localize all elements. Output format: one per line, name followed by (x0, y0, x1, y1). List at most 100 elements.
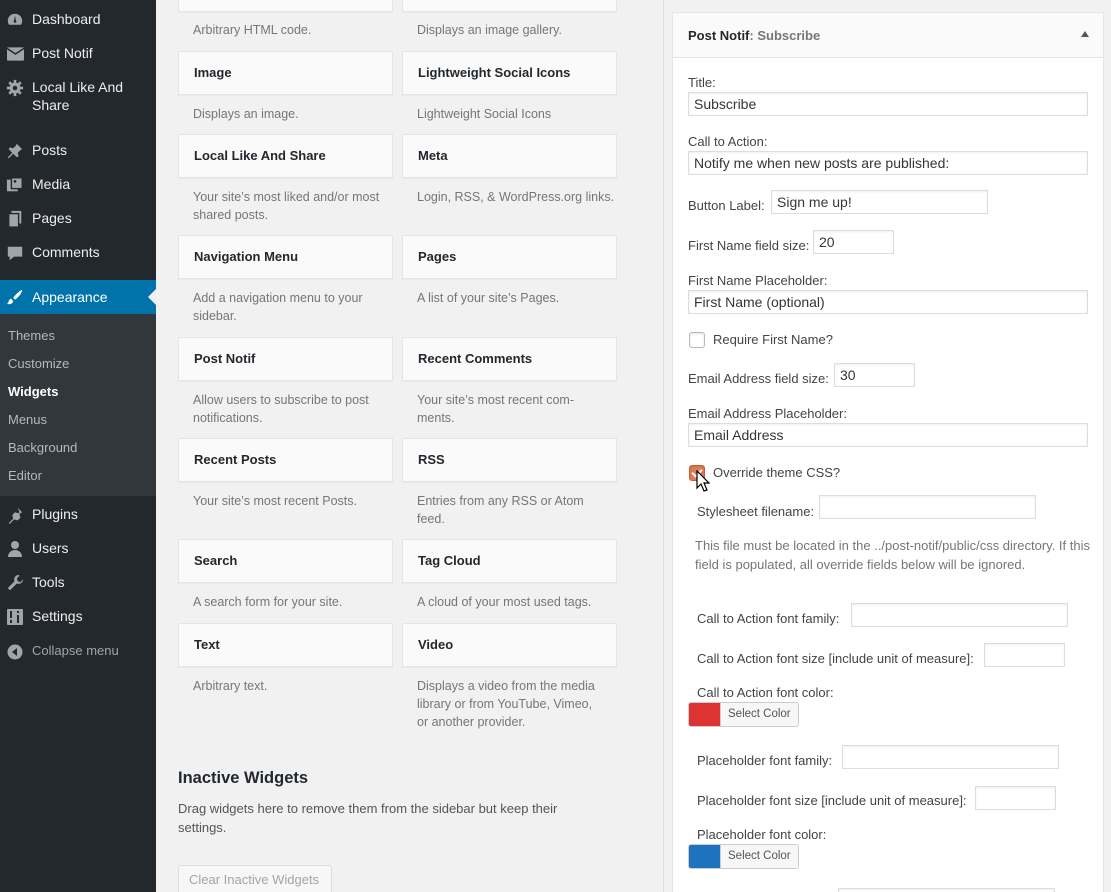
cta-font-family-input[interactable] (851, 603, 1068, 627)
widget-tag-cloud[interactable]: Tag Cloud (402, 539, 617, 583)
widget-description: Arbitrary text. (193, 679, 268, 693)
first-name-size-input[interactable]: 20 (813, 230, 894, 254)
sidebar-item-label: Pages (32, 210, 72, 226)
widget-description: Allow users to subscribe to post notific… (193, 393, 369, 425)
button-label-input[interactable]: Sign me up! (771, 190, 988, 214)
widget-gallery[interactable] (402, 0, 617, 12)
email-size-input[interactable]: 30 (834, 363, 915, 387)
widget-description: Your site’s most recent com-ments. (417, 393, 575, 425)
sidebar-item-local-like-and-share[interactable]: Local Like And Share (0, 78, 156, 114)
widget-description: Displays a video from the media library … (417, 679, 595, 729)
collapse-arrow-icon[interactable] (1081, 31, 1089, 37)
widget-local-like-and-share[interactable]: Local Like And Share (178, 134, 393, 178)
widget-header[interactable]: Post Notif: Subscribe (673, 13, 1103, 58)
require-first-name-label: Require First Name? (713, 332, 833, 347)
media-icon (5, 175, 25, 195)
widget-description: Displays an image. (193, 107, 299, 121)
cta-font-size-input[interactable] (984, 643, 1065, 667)
widget-recent-comments[interactable]: Recent Comments (402, 337, 617, 381)
placeholder-font-family-input[interactable] (842, 745, 1059, 769)
widget-lightweight-social-icons[interactable]: Lightweight Social Icons (402, 51, 617, 95)
widget-image[interactable]: Image (178, 51, 393, 95)
cta-font-color-label: Call to Action font color: (697, 685, 834, 700)
sidebar-item-pages[interactable]: Pages (0, 209, 156, 229)
plugin-icon (5, 505, 25, 525)
pages-icon (5, 209, 25, 229)
sidebar-item-label: Appearance (32, 289, 108, 305)
submenu-item-customize[interactable]: Customize (8, 356, 69, 371)
widget-description: Add a navigation menu to your sidebar. (193, 291, 363, 323)
widget-custom-html[interactable] (178, 0, 393, 12)
submenu-item-menus[interactable]: Menus (8, 412, 47, 427)
sidebar-item-dashboard[interactable]: Dashboard (0, 10, 156, 30)
submenu-item-editor[interactable]: Editor (8, 468, 42, 483)
widget-search[interactable]: Search (178, 539, 393, 583)
placeholder-font-size-label: Placeholder font size [include unit of m… (697, 793, 967, 808)
sidebar-item-label: Posts (32, 142, 68, 158)
sidebar-item-users[interactable]: Users (0, 539, 156, 559)
call-to-action-input[interactable]: Notify me when new posts are published: (688, 151, 1088, 175)
sidebar-item-settings[interactable]: Settings (0, 607, 156, 627)
widget-description: A cloud of your most used tags. (417, 595, 592, 609)
widget-description: Displays an image gallery. (417, 23, 562, 37)
gear-icon (5, 78, 25, 98)
sidebar-item-posts[interactable]: Posts (0, 141, 156, 161)
email-placeholder-label: Email Address Placeholder: (688, 406, 847, 421)
widget-video[interactable]: Video (402, 623, 617, 667)
first-name-placeholder-input[interactable]: First Name (optional) (688, 290, 1088, 314)
comment-icon (5, 243, 25, 263)
submenu-item-themes[interactable]: Themes (8, 328, 55, 343)
mouse-cursor-icon (696, 470, 710, 492)
inactive-widgets-description: Drag widgets here to remove them from th… (178, 801, 558, 835)
sidebar-item-comments[interactable]: Comments (0, 243, 156, 263)
stylesheet-filename-input[interactable] (819, 495, 1036, 519)
paintbrush-icon (5, 287, 25, 307)
widget-description: Your site’s most recent Posts. (193, 494, 357, 508)
widget-description: Arbitrary HTML code. (193, 23, 312, 37)
select-color-label: Select Color (720, 703, 798, 726)
placeholder-color-picker-button[interactable]: Select Color (688, 844, 799, 869)
submenu-item-widgets[interactable]: Widgets (8, 384, 58, 399)
sidebar-item-label: Settings (32, 608, 83, 624)
first-name-placeholder-label: First Name Placeholder: (688, 273, 828, 288)
widget-description: Lightweight Social Icons (417, 107, 552, 121)
widget-name: Post Notif (688, 28, 750, 43)
widget-pages[interactable]: Pages (402, 235, 617, 279)
widget-description: Login, RSS, & WordPress.org links. (417, 190, 615, 204)
collapse-arrow-icon (5, 642, 25, 662)
widget-description: A search form for your site. (193, 595, 343, 609)
sidebar-item-post-notif[interactable]: Post Notif (0, 44, 156, 64)
email-placeholder-input[interactable]: Email Address (688, 423, 1088, 447)
widget-text[interactable]: Text (178, 623, 393, 667)
select-color-label: Select Color (720, 845, 798, 868)
next-input-partial[interactable] (838, 888, 1055, 892)
widget-navigation-menu[interactable]: Navigation Menu (178, 235, 393, 279)
admin-sidebar: Dashboard Post Notif Local Like And Shar… (0, 0, 156, 892)
widget-meta[interactable]: Meta (402, 134, 617, 178)
sidebar-item-plugins[interactable]: Plugins (0, 505, 156, 525)
collapse-menu-label: Collapse menu (32, 643, 119, 658)
placeholder-font-size-input[interactable] (975, 786, 1056, 810)
column-divider (663, 0, 664, 892)
require-first-name-checkbox[interactable] (689, 332, 705, 348)
sidebar-item-label: Dashboard (32, 11, 101, 27)
widget-recent-posts[interactable]: Recent Posts (178, 438, 393, 482)
widget-post-notif[interactable]: Post Notif (178, 337, 393, 381)
call-to-action-label: Call to Action: (688, 134, 768, 149)
sidebar-item-appearance[interactable]: Appearance (0, 280, 156, 314)
clear-inactive-widgets-button[interactable]: Clear Inactive Widgets (178, 865, 332, 892)
button-label-label: Button Label: (688, 198, 765, 213)
cta-color-picker-button[interactable]: Select Color (688, 702, 799, 727)
sidebar-item-label: Users (32, 540, 69, 556)
sidebar-item-label: Comments (32, 244, 100, 260)
collapse-menu-button[interactable]: Collapse menu (0, 642, 156, 662)
sidebar-item-label: Plugins (32, 506, 78, 522)
sidebar-item-tools[interactable]: Tools (0, 573, 156, 593)
submenu-item-background[interactable]: Background (8, 440, 77, 455)
sidebar-item-label: Local Like And Share (32, 79, 124, 113)
sidebar-item-label: Post Notif (32, 45, 93, 61)
widget-instance-title: : Subscribe (749, 28, 821, 43)
sidebar-item-media[interactable]: Media (0, 175, 156, 195)
widget-rss[interactable]: RSS (402, 438, 617, 482)
title-input[interactable]: Subscribe (688, 92, 1088, 116)
